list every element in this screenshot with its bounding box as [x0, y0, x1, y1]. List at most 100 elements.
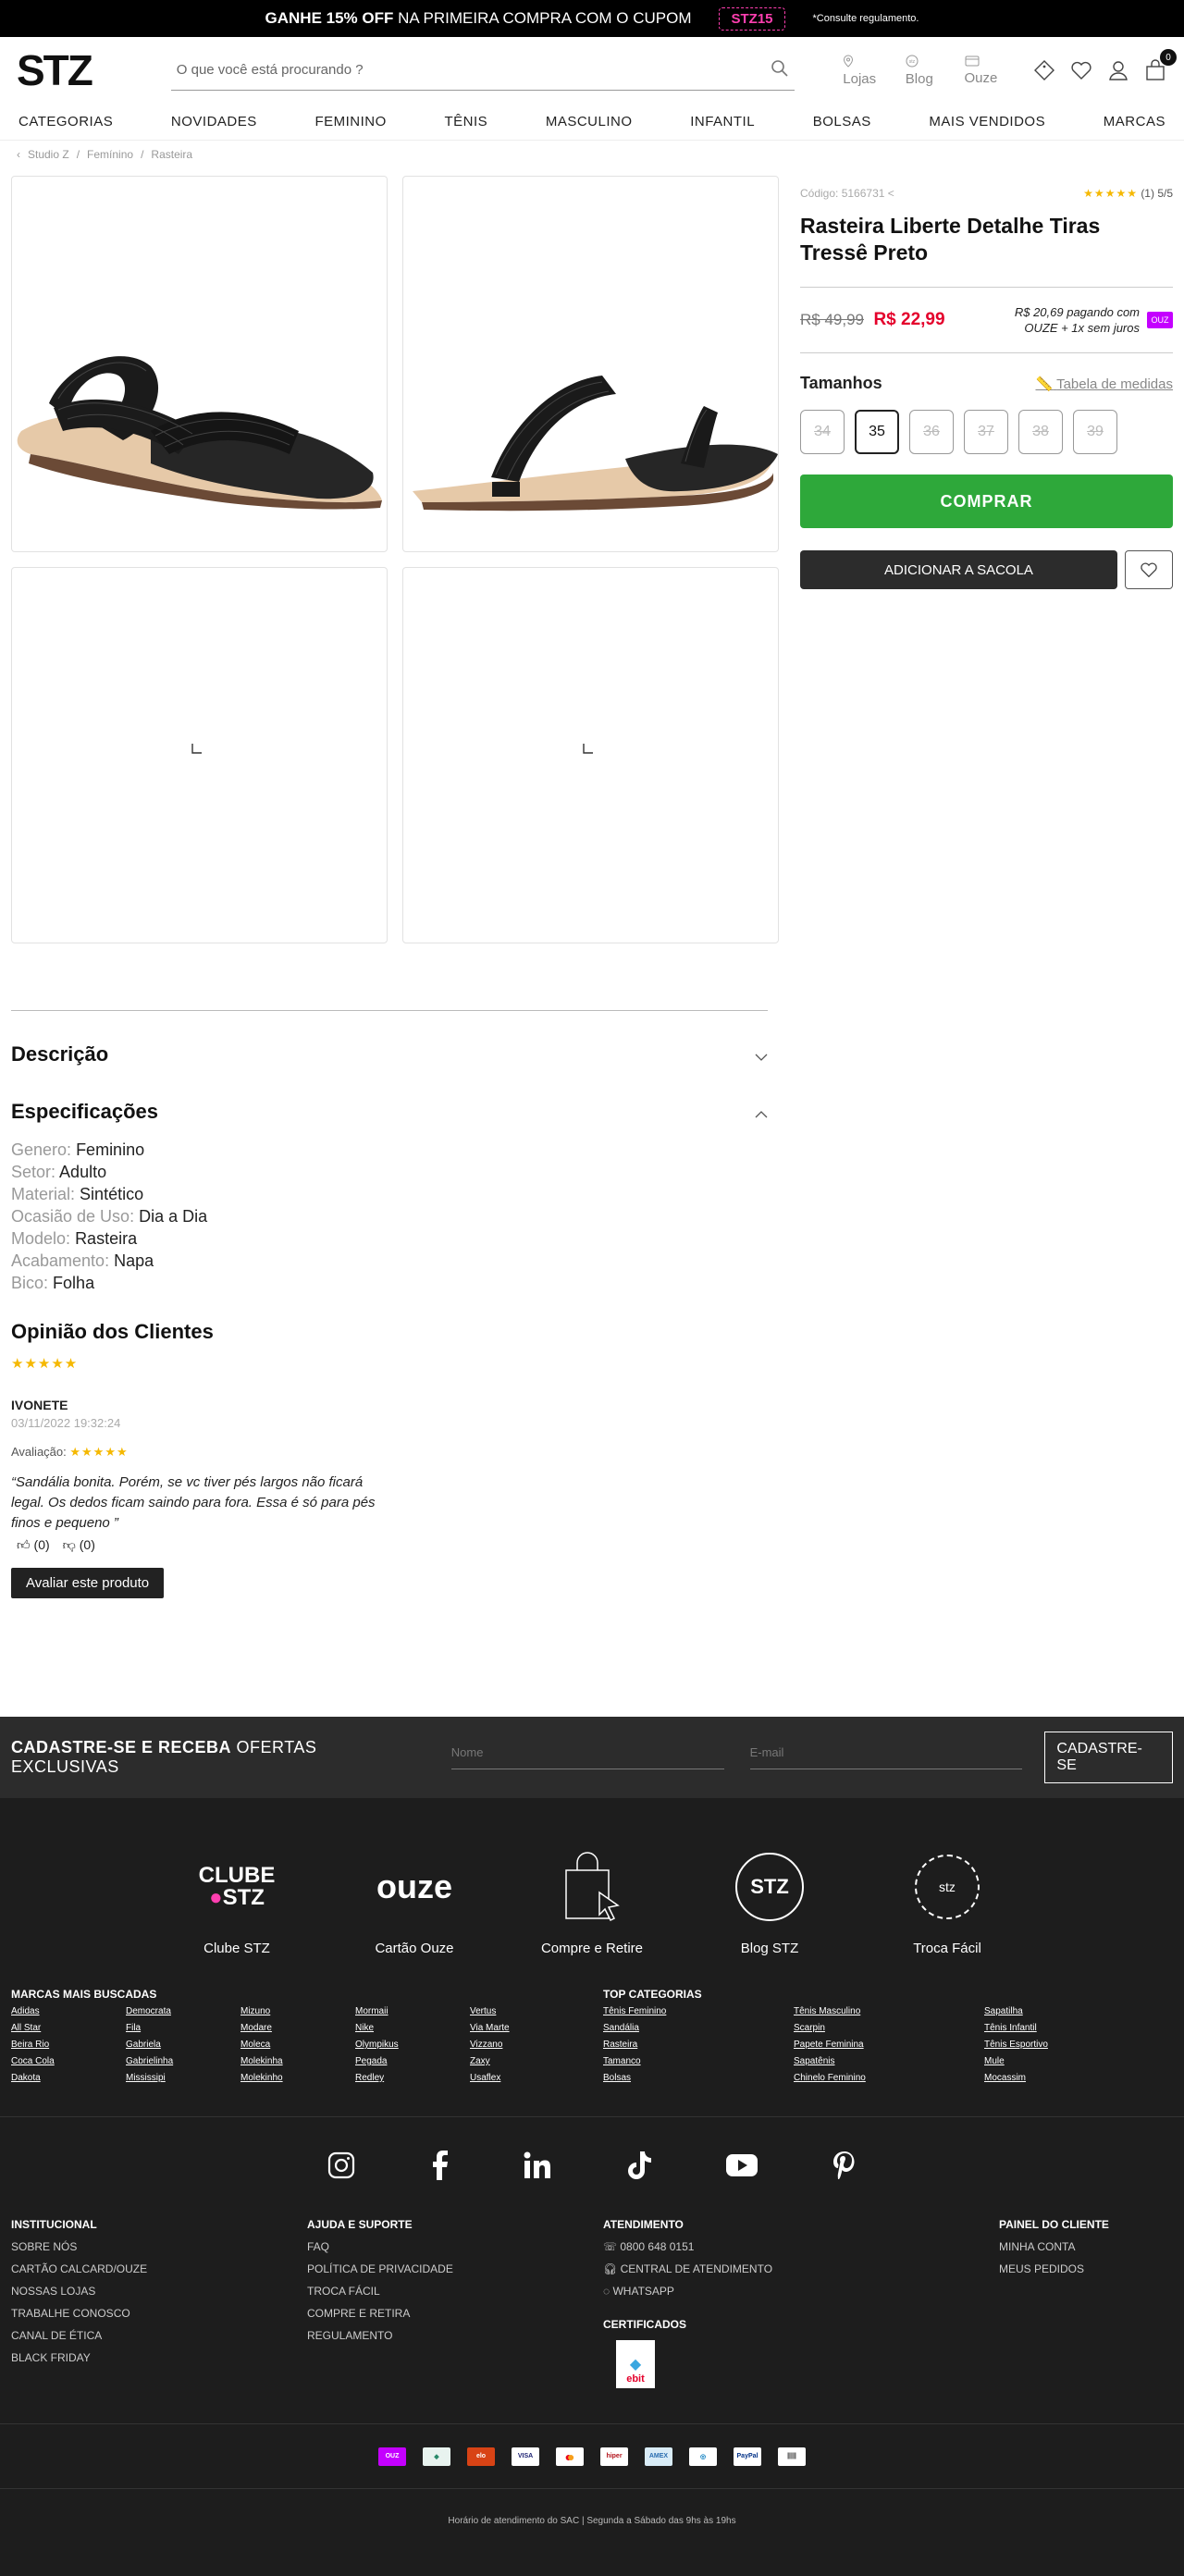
brand-link[interactable]: Adidas	[11, 2006, 126, 2016]
coupon-icon[interactable]	[1032, 58, 1056, 82]
brand-link[interactable]: Vizzano	[470, 2040, 585, 2050]
nav-item-masculino[interactable]: MASCULINO	[546, 114, 633, 129]
nav-item-marcas[interactable]: MARCAS	[1104, 114, 1166, 129]
brand-link[interactable]: Modare	[240, 2023, 355, 2033]
rate-product-button[interactable]: Avaliar este produto	[11, 1568, 165, 1598]
brand-link[interactable]: Molekinha	[240, 2056, 355, 2066]
size-chart-link[interactable]: 📏 Tabela de medidas	[1035, 376, 1173, 392]
nav-item-tenis[interactable]: TÊNIS	[444, 114, 487, 129]
footer-link[interactable]: POLÍTICA DE PRIVACIDADE	[307, 2262, 603, 2275]
ouze-link[interactable]: Ouze	[965, 55, 1016, 86]
support-link[interactable]: 🎧︎ CENTRAL DE ATENDIMENTO	[603, 2262, 999, 2275]
brand-link[interactable]: Gabrielinha	[126, 2056, 240, 2066]
nav-item-infantil[interactable]: INFANTIL	[690, 114, 755, 129]
blog-link[interactable]: stz Blog	[906, 55, 950, 87]
product-image-2[interactable]	[402, 176, 779, 552]
footer-link[interactable]: CANAL DE ÉTICA	[11, 2329, 307, 2342]
nav-item-bolsas[interactable]: BOLSAS	[813, 114, 871, 129]
footer-link[interactable]: SOBRE NÓS	[11, 2240, 307, 2253]
category-link[interactable]: Sapatilha	[984, 2006, 1169, 2016]
footer-link[interactable]: TROCA FÁCIL	[307, 2285, 603, 2298]
brand-link[interactable]: Gabriela	[126, 2040, 240, 2050]
brand-link[interactable]: Pegada	[355, 2056, 470, 2066]
service-blog-stz[interactable]: STZ Blog STZ	[714, 1850, 825, 1956]
category-link[interactable]: Papete Feminina	[794, 2040, 984, 2050]
brand-link[interactable]: Molekinho	[240, 2073, 355, 2083]
whatsapp-link[interactable]: ◌ WHATSAPP	[603, 2285, 999, 2298]
service-cartao-ouze[interactable]: ouze Cartão Ouze	[359, 1850, 470, 1956]
brand-link[interactable]: Via Marte	[470, 2023, 585, 2033]
youtube-icon[interactable]	[726, 2154, 758, 2181]
product-image-4[interactable]	[402, 567, 779, 943]
category-link[interactable]: Bolsas	[603, 2073, 794, 2083]
facebook-icon[interactable]	[430, 2151, 449, 2185]
breadcrumb-item[interactable]: Femínino	[87, 148, 133, 161]
category-link[interactable]: Sandália	[603, 2023, 794, 2033]
category-link[interactable]: Tamanco	[603, 2056, 794, 2066]
brand-link[interactable]: Mississipi	[126, 2073, 240, 2083]
promo-banner[interactable]: GANHE 15% OFF NA PRIMEIRA COMPRA COM O C…	[0, 0, 1184, 37]
brand-link[interactable]: Coca Cola	[11, 2056, 126, 2066]
footer-link[interactable]: COMPRE E RETIRA	[307, 2307, 603, 2320]
footer-link[interactable]: FAQ	[307, 2240, 603, 2253]
pinterest-icon[interactable]	[832, 2151, 857, 2185]
product-rating[interactable]: ★★★★★ (1) 5/5	[1083, 187, 1173, 200]
brand-link[interactable]: Redley	[355, 2073, 470, 2083]
size-option[interactable]: 35	[855, 410, 899, 454]
brand-link[interactable]: Mizuno	[240, 2006, 355, 2016]
wishlist-button[interactable]	[1125, 550, 1173, 589]
site-logo[interactable]: STZ	[17, 45, 154, 95]
service-clube-stz[interactable]: CLUBE ●STZ Clube STZ	[181, 1850, 292, 1957]
newsletter-submit-button[interactable]: CADASTRE-SE	[1044, 1732, 1173, 1783]
search-icon[interactable]	[771, 59, 789, 81]
service-troca-facil[interactable]: stz Troca Fácil	[892, 1850, 1003, 1956]
like-button[interactable]: 👍︎ (0)	[17, 1537, 50, 1553]
wishlist-icon[interactable]	[1069, 58, 1093, 82]
brand-link[interactable]: Dakota	[11, 2073, 126, 2083]
buy-button[interactable]: COMPRAR	[800, 475, 1173, 528]
category-link[interactable]: Chinelo Feminino	[794, 2073, 984, 2083]
user-icon[interactable]	[1106, 58, 1130, 82]
ebit-seal[interactable]: ◆ ebit	[616, 2340, 655, 2388]
footer-link[interactable]: NOSSAS LOJAS	[11, 2285, 307, 2298]
nav-item-feminino[interactable]: FEMININO	[314, 114, 386, 129]
linkedin-icon[interactable]	[523, 2151, 552, 2185]
product-image-1[interactable]	[11, 176, 388, 552]
nav-item-novidades[interactable]: NOVIDADES	[171, 114, 257, 129]
instagram-icon[interactable]	[327, 2151, 356, 2185]
breadcrumb-item[interactable]: Studio Z	[28, 148, 69, 161]
brand-link[interactable]: Fila	[126, 2023, 240, 2033]
product-image-3[interactable]	[11, 567, 388, 943]
share-icon[interactable]: <	[888, 187, 894, 200]
category-link[interactable]: Rasteira	[603, 2040, 794, 2050]
cart-icon[interactable]: 0	[1143, 49, 1177, 82]
service-compre-retire[interactable]: Compre e Retire	[536, 1850, 648, 1956]
nav-item-categorias[interactable]: CATEGORIAS	[18, 114, 113, 129]
add-to-bag-button[interactable]: ADICIONAR A SACOLA	[800, 550, 1117, 589]
category-link[interactable]: Tênis Feminino	[603, 2006, 794, 2016]
brand-link[interactable]: Moleca	[240, 2040, 355, 2050]
brand-link[interactable]: Olympikus	[355, 2040, 470, 2050]
phone-link[interactable]: ☏ 0800 648 0151	[603, 2240, 999, 2253]
brand-link[interactable]: Zaxy	[470, 2056, 585, 2066]
category-link[interactable]: Scarpin	[794, 2023, 984, 2033]
footer-link[interactable]: MEUS PEDIDOS	[999, 2262, 1109, 2275]
category-link[interactable]: Mocassim	[984, 2073, 1169, 2083]
brand-link[interactable]: Democrata	[126, 2006, 240, 2016]
newsletter-name-input[interactable]: Nome	[450, 1745, 724, 1769]
footer-link[interactable]: BLACK FRIDAY	[11, 2351, 307, 2364]
category-link[interactable]: Tênis Infantil	[984, 2023, 1169, 2033]
stores-link[interactable]: Lojas	[843, 54, 891, 87]
brand-link[interactable]: Vertus	[470, 2006, 585, 2016]
tiktok-icon[interactable]	[626, 2151, 652, 2185]
footer-link[interactable]: REGULAMENTO	[307, 2329, 603, 2342]
footer-link[interactable]: CARTÃO CALCARD/OUZE	[11, 2262, 307, 2275]
breadcrumb-item[interactable]: Rasteira	[151, 148, 192, 161]
footer-link[interactable]: TRABALHE CONOSCO	[11, 2307, 307, 2320]
footer-link[interactable]: MINHA CONTA	[999, 2240, 1109, 2253]
brand-link[interactable]: All Star	[11, 2023, 126, 2033]
nav-item-mais-vendidos[interactable]: MAIS VENDIDOS	[929, 114, 1045, 129]
category-link[interactable]: Mule	[984, 2056, 1169, 2066]
description-accordion[interactable]: Descrição	[11, 1042, 768, 1066]
search-input[interactable]: O que você está procurando ?	[170, 50, 796, 91]
